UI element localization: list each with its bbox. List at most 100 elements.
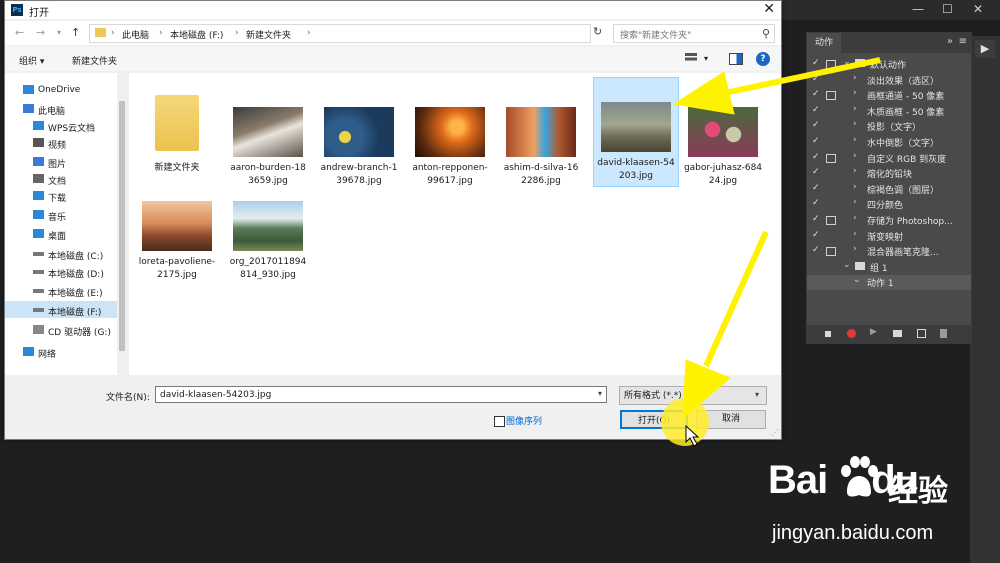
nav-item[interactable]: CD 驱动器 (G:) xyxy=(5,321,117,338)
search-icon[interactable]: ⚲ xyxy=(762,27,770,40)
tab-actions[interactable]: 动作 xyxy=(807,33,842,53)
nav-item[interactable]: 本地磁盘 (D:) xyxy=(5,263,117,280)
check-icon[interactable]: ✓ xyxy=(812,74,820,84)
nav-item[interactable]: 下载 xyxy=(5,187,117,204)
nav-item[interactable]: 本地磁盘 (C:) xyxy=(5,245,117,262)
check-icon[interactable]: ✓ xyxy=(812,198,820,208)
nav-item[interactable]: 图片 xyxy=(5,153,117,170)
disclosure-icon[interactable]: › xyxy=(853,213,857,223)
check-icon[interactable]: ✓ xyxy=(812,230,820,240)
chevron-right-icon[interactable]: › xyxy=(235,28,239,38)
breadcrumb-drive-f[interactable]: 本地磁盘 (F:) xyxy=(170,28,223,41)
file-tile[interactable]: anton-repponen-99617.jpg xyxy=(408,83,492,191)
disclosure-icon[interactable]: ⌄ xyxy=(843,57,851,67)
stop-icon[interactable] xyxy=(825,331,831,337)
check-icon[interactable]: ✓ xyxy=(812,120,820,130)
trash-icon[interactable] xyxy=(940,329,947,338)
new-set-icon[interactable] xyxy=(893,330,902,337)
help-icon[interactable]: ? xyxy=(756,52,770,66)
disclosure-icon[interactable]: › xyxy=(853,166,857,176)
check-icon[interactable]: ✓ xyxy=(812,58,820,68)
action-row[interactable]: ✓ › 投影（文字） xyxy=(807,119,971,134)
file-tile[interactable]: org_2017011894814_930.jpg xyxy=(226,177,310,285)
action-row[interactable]: ✓ › 画框通道 - 50 像素 xyxy=(807,88,971,103)
action-row[interactable]: ✓ › 四分颜色 xyxy=(807,197,971,212)
disclosure-icon[interactable]: › xyxy=(853,244,857,254)
action-row[interactable]: ✓ › 木质画框 - 50 像素 xyxy=(807,104,971,119)
action-row[interactable]: ✓ › 棕褐色调（图层） xyxy=(807,182,971,197)
file-tile[interactable]: andrew-branch-139678.jpg xyxy=(317,83,401,191)
forward-icon[interactable]: → xyxy=(36,26,45,39)
action-row[interactable]: ✓ › 混合器画笔克隆... xyxy=(807,244,971,259)
check-icon[interactable]: ✓ xyxy=(812,214,820,224)
preview-pane-icon[interactable] xyxy=(729,53,743,65)
folder-tile[interactable]: 新建文件夹 xyxy=(135,83,219,191)
panel-menu-icon[interactable]: ≡ xyxy=(959,36,967,47)
recent-locations-icon[interactable]: ▾ xyxy=(57,28,61,37)
filename-input[interactable]: david-klaasen-54203.jpg xyxy=(155,386,607,403)
nav-item[interactable]: OneDrive xyxy=(5,81,117,98)
disclosure-icon[interactable]: ⌄ xyxy=(853,275,861,285)
chevron-down-icon[interactable]: ▾ xyxy=(704,54,708,63)
search-input[interactable]: 搜索"新建文件夹" ⚲ xyxy=(613,24,775,43)
nav-item[interactable]: 文档 xyxy=(5,170,117,187)
nav-item[interactable]: 音乐 xyxy=(5,206,117,223)
action-row[interactable]: ✓ › 存储为 Photoshop... xyxy=(807,213,971,228)
disclosure-icon[interactable]: › xyxy=(853,73,857,83)
action-set-row[interactable]: ✓ ⌄ 默认动作 xyxy=(807,57,971,72)
breadcrumb-this-pc[interactable]: 此电脑 xyxy=(122,28,149,41)
back-icon[interactable]: ← xyxy=(15,26,24,39)
disclosure-icon[interactable]: › xyxy=(853,151,857,161)
refresh-icon[interactable]: ↻ xyxy=(593,25,609,42)
file-tile[interactable]: loreta-pavoliene-2175.jpg xyxy=(135,177,219,285)
disclosure-icon[interactable]: › xyxy=(853,229,857,239)
collapse-icon[interactable]: » xyxy=(947,36,953,47)
chevron-down-icon[interactable]: ▾ xyxy=(598,389,602,398)
close-icon[interactable]: ✕ xyxy=(973,2,983,16)
action-row[interactable]: ✓ › 淡出效果（选区） xyxy=(807,73,971,88)
dialog-toggle-icon[interactable] xyxy=(826,247,836,257)
image-sequence-label[interactable]: 图像序列 xyxy=(506,414,542,427)
resize-grip-icon[interactable]: ⋰ xyxy=(771,428,779,437)
action-set-row[interactable]: ⌄ 组 1 xyxy=(807,260,971,275)
up-icon[interactable]: ↑ xyxy=(71,26,80,39)
action-row[interactable]: ⌄ 动作 1 xyxy=(807,275,971,291)
dialog-toggle-icon[interactable] xyxy=(826,91,836,101)
address-bar[interactable]: › 此电脑 › 本地磁盘 (F:) › 新建文件夹 › ▾ xyxy=(89,24,664,43)
check-icon[interactable]: ✓ xyxy=(812,245,820,255)
file-tile[interactable]: ashim-d-silva-162286.jpg xyxy=(499,83,583,191)
dialog-toggle-icon[interactable] xyxy=(826,216,836,225)
check-icon[interactable]: ✓ xyxy=(812,152,820,162)
image-sequence-checkbox[interactable] xyxy=(494,416,505,427)
nav-scrollbar-thumb[interactable] xyxy=(119,101,125,351)
chevron-right-icon[interactable]: › xyxy=(111,28,115,38)
nav-scrollbar[interactable] xyxy=(117,73,127,375)
record-icon[interactable] xyxy=(847,329,856,338)
nav-item[interactable]: 此电脑 xyxy=(5,100,117,117)
new-folder-button[interactable]: 新建文件夹 xyxy=(72,54,117,67)
dialog-close-icon[interactable]: ✕ xyxy=(763,1,775,17)
play-selection-icon[interactable]: ▶ xyxy=(870,327,879,337)
check-icon[interactable]: ✓ xyxy=(812,183,820,193)
action-row[interactable]: ✓ › 水中倒影（文字） xyxy=(807,135,971,150)
check-icon[interactable]: ✓ xyxy=(812,136,820,146)
action-row[interactable]: ✓ › 自定义 RGB 到灰度 xyxy=(807,151,971,166)
nav-item[interactable]: WPS云文档 xyxy=(5,117,117,134)
nav-item[interactable]: 桌面 xyxy=(5,225,117,242)
dialog-toggle-icon[interactable] xyxy=(826,60,836,69)
disclosure-icon[interactable]: › xyxy=(853,135,857,145)
disclosure-icon[interactable]: › xyxy=(853,119,857,129)
chevron-right-icon[interactable]: › xyxy=(159,28,163,38)
action-row[interactable]: ✓ › 渐变映射 xyxy=(807,229,971,244)
file-tile[interactable]: david-klaasen-54203.jpg xyxy=(593,77,679,187)
chevron-down-icon[interactable]: ▾ xyxy=(755,390,759,399)
disclosure-icon[interactable]: › xyxy=(853,182,857,192)
view-options-icon[interactable] xyxy=(685,53,697,63)
check-icon[interactable]: ✓ xyxy=(812,105,820,115)
restore-icon[interactable]: ☐ xyxy=(942,2,953,16)
disclosure-icon[interactable]: › xyxy=(853,104,857,114)
organize-button[interactable]: 组织 ▾ xyxy=(19,54,44,67)
play-icon[interactable]: ▶ xyxy=(975,40,995,58)
minimize-icon[interactable]: — xyxy=(912,2,924,16)
check-icon[interactable]: ✓ xyxy=(812,167,820,177)
